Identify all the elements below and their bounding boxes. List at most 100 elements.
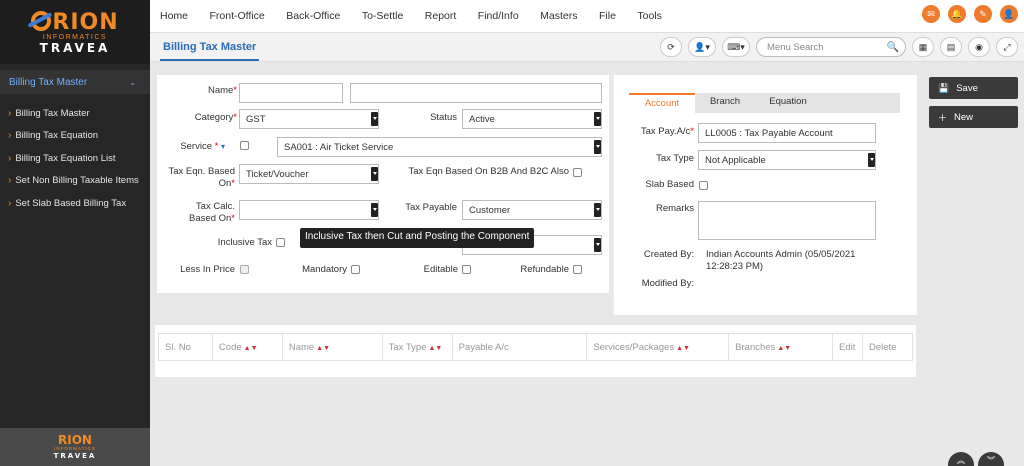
save-icon: 💾 — [938, 82, 950, 93]
remarks-textarea[interactable] — [698, 201, 876, 240]
bell-icon[interactable]: 🔔 — [948, 5, 966, 23]
menu-masters[interactable]: Masters — [540, 10, 577, 22]
page-title[interactable]: Billing Tax Master — [159, 41, 260, 61]
col-branches[interactable]: Branches ▲▼ — [728, 333, 834, 361]
chevron-right-icon: › — [8, 107, 12, 119]
save-button[interactable]: 💾 Save — [929, 77, 1018, 99]
menu-front-office[interactable]: Front-Office — [210, 10, 265, 22]
col-sl-no: Sl. No — [158, 333, 213, 361]
menu-file[interactable]: File — [599, 10, 616, 22]
sidebar-section-header[interactable]: Billing Tax Master ⌄ — [0, 70, 150, 94]
account-tabs: Account Branch Equation — [629, 93, 900, 113]
tax-calc-based-on-select[interactable] — [239, 200, 379, 220]
inclusive-tax-tooltip: Inclusive Tax then Cut and Posting the C… — [300, 228, 535, 248]
tax-type-label: Tax Type — [656, 153, 694, 164]
name-input[interactable] — [239, 83, 343, 103]
b2b-b2c-checkbox[interactable] — [573, 168, 582, 177]
sidebar-item-billing-tax-master[interactable]: › Billing Tax Master — [0, 102, 150, 125]
tab-equation[interactable]: Equation — [755, 93, 821, 113]
sort-icon: ▲▼ — [428, 344, 443, 352]
menu-back-office[interactable]: Back-Office — [286, 10, 340, 22]
refresh-button[interactable]: ⟳ — [660, 37, 682, 57]
name-secondary-input[interactable] — [350, 83, 602, 103]
brush-icon[interactable]: ✎ — [974, 5, 992, 23]
refundable-checkbox[interactable] — [573, 265, 582, 274]
col-payable-ac: Payable A/c — [451, 333, 588, 361]
col-delete: Delete — [861, 333, 914, 361]
menu-tools[interactable]: Tools — [637, 10, 662, 22]
col-code[interactable]: Code ▲▼ — [211, 333, 283, 361]
tab-branch[interactable]: Branch — [695, 93, 755, 113]
keyboard-icon: ⌨▾ — [727, 41, 745, 52]
mail-icon[interactable]: ✉ — [922, 5, 940, 23]
grid-button[interactable]: ▦ — [912, 37, 934, 57]
tax-eqn-based-on-select[interactable]: Ticket/Voucher — [239, 164, 379, 184]
tax-calc-based-on-label: Tax Calc. Based On* — [189, 201, 235, 224]
created-by-label: Created By: — [643, 249, 694, 260]
expand-icon: ⤢ — [1003, 41, 1011, 52]
top-icon-group: ✉ 🔔 ✎ 👤 — [914, 5, 1018, 23]
tax-payable-select[interactable]: Customer — [462, 200, 602, 220]
sidebar-item-billing-tax-equation-list[interactable]: › Billing Tax Equation List — [0, 147, 150, 170]
sidebar-item-set-non-billing-taxable-items[interactable]: › Set Non Billing Taxable Items — [0, 170, 150, 193]
dashboard-icon: ◉ — [975, 41, 983, 52]
menu-to-settle[interactable]: To-Settle — [362, 10, 403, 22]
mandatory-label: Mandatory — [302, 264, 347, 275]
name-label: Name* — [207, 85, 237, 96]
chevron-right-icon: › — [8, 130, 12, 142]
service-dropdown-icon: ▾ — [220, 142, 225, 151]
menu-home[interactable]: Home — [160, 10, 188, 22]
chevron-down-icon: ⌄ — [129, 77, 136, 87]
sidebar-item-set-slab-based-billing-tax[interactable]: › Set Slab Based Billing Tax — [0, 192, 150, 215]
editable-label: Editable — [423, 264, 458, 275]
b2b-b2c-label: Tax Eqn Based On B2B And B2C Also — [408, 166, 569, 177]
search-icon[interactable]: 🔍 — [887, 42, 899, 53]
category-select[interactable]: GST — [239, 109, 379, 129]
col-tax-type[interactable]: Tax Type ▲▼ — [381, 333, 453, 361]
action-buttons: 💾 Save ＋ New — [929, 77, 1018, 135]
grid-icon: ▦ — [918, 41, 928, 52]
user-menu-button[interactable]: 👤▾ — [688, 37, 716, 57]
sidebar-footer-logo: RION INFORMATICS TRAVEA — [0, 428, 150, 466]
editable-checkbox[interactable] — [462, 265, 471, 274]
tax-pay-ac-input[interactable]: LL0005 : Tax Payable Account — [698, 123, 876, 143]
refundable-label: Refundable — [520, 264, 569, 275]
dashboard-button[interactable]: ◉ — [968, 37, 990, 57]
tax-type-select[interactable]: Not Applicable — [698, 150, 876, 170]
menu-search-input[interactable] — [767, 41, 877, 53]
user-icon[interactable]: 👤 — [1000, 5, 1018, 23]
col-edit: Edit — [832, 333, 863, 361]
sidebar-menu: › Billing Tax Master › Billing Tax Equatio… — [0, 94, 150, 215]
scroll-controls: ︽ ︾ — [944, 452, 1004, 466]
service-checkbox[interactable] — [240, 141, 249, 150]
keyboard-menu-button[interactable]: ⌨▾ — [722, 37, 750, 57]
category-label: Category* — [194, 112, 237, 123]
expand-button[interactable]: ⤢ — [996, 37, 1018, 57]
account-panel: Account Branch Equation Tax Pay.A/c* LL0… — [613, 75, 917, 315]
slab-based-label: Slab Based — [645, 179, 694, 190]
plus-icon: ＋ — [938, 112, 948, 123]
col-name[interactable]: Name ▲▼ — [281, 333, 383, 361]
menu-find-info[interactable]: Find/Info — [478, 10, 519, 22]
status-select[interactable]: Active — [462, 109, 602, 129]
mandatory-checkbox[interactable] — [351, 265, 360, 274]
main-menu: Home Front-Office Back-Office To-Settle … — [160, 10, 683, 22]
menu-report[interactable]: Report — [425, 10, 457, 22]
new-button[interactable]: ＋ New — [929, 106, 1018, 128]
menu-search: 🔍 — [756, 37, 906, 57]
scroll-up-icon[interactable]: ︽ — [948, 452, 974, 466]
sidebar: RION INFORMATICS TRAVEA Billing Tax Mast… — [0, 0, 150, 466]
col-services-packages[interactable]: Services/Packages ▲▼ — [586, 333, 730, 361]
tab-account[interactable]: Account — [629, 93, 695, 113]
service-select[interactable]: SA001 : Air Ticket Service — [277, 137, 602, 157]
sort-icon: ▲▼ — [777, 344, 792, 352]
inclusive-tax-checkbox[interactable] — [276, 238, 285, 247]
sidebar-item-billing-tax-equation[interactable]: › Billing Tax Equation — [0, 125, 150, 148]
status-label: Status — [430, 112, 457, 123]
brand-logo[interactable]: RION INFORMATICS TRAVEA — [0, 0, 150, 64]
inclusive-tax-label: Inclusive Tax — [217, 237, 272, 248]
scroll-down-icon[interactable]: ︾ — [978, 452, 1004, 466]
slab-based-checkbox[interactable] — [699, 181, 708, 190]
less-in-price-checkbox[interactable] — [240, 265, 249, 274]
book-button[interactable]: ▤ — [940, 37, 962, 57]
